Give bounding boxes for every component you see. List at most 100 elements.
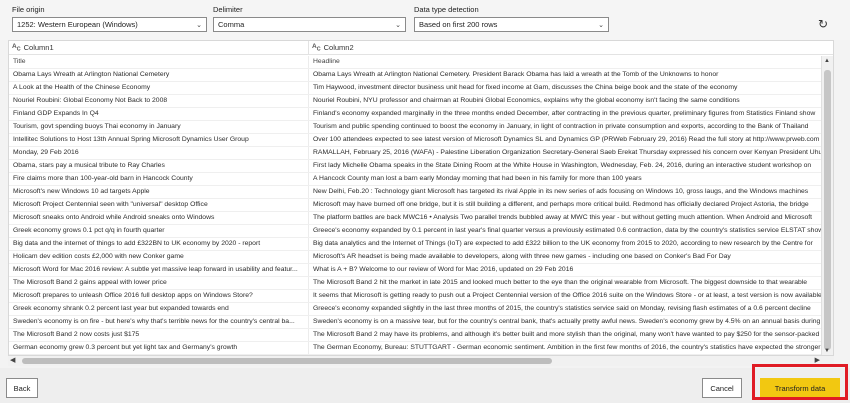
table-cell: The Microsoft Band 2 hit the market in l… (313, 279, 808, 286)
preview-table: AC Column1 AC Column2 Title Headline Obama… (8, 40, 834, 356)
table-row: Monday, 29 Feb 2016 RAMALLAH, February 25… (9, 147, 821, 160)
table-cell: Sweden's economy is on fire - but here's… (9, 316, 309, 328)
file-origin-label: File origin (12, 5, 45, 14)
type-detection-value: Based on first 200 rows (419, 20, 498, 29)
table-cell: Microsoft sneaks onto Android while Andr… (9, 212, 309, 224)
column-header-label: Column2 (323, 43, 354, 52)
table-cell: Title (9, 56, 309, 68)
type-detection-group: Data type detection Based on first 200 r… (414, 5, 609, 32)
column-header-row: AC Column1 AC Column2 (9, 41, 833, 55)
type-detection-label: Data type detection (414, 5, 479, 14)
table-row: The Microsoft Band 2 now costs just $175… (9, 329, 821, 342)
table-cell: Tim Haywood, investment director busines… (313, 84, 738, 91)
delimiter-select[interactable]: Comma ⌄ (213, 17, 406, 32)
refresh-icon[interactable]: ↻ (815, 16, 831, 32)
table-row: Sweden's economy is on fire - but here's… (9, 316, 821, 329)
column-header-2[interactable]: AC Column2 (309, 41, 833, 54)
table-cell: Over 100 attendees expected to see lates… (313, 136, 820, 143)
column-header-1[interactable]: AC Column1 (9, 41, 309, 54)
chevron-down-icon: ⌄ (196, 21, 202, 29)
delimiter-group: Delimiter Comma ⌄ (213, 5, 406, 32)
scroll-left-icon[interactable]: ◀ (10, 356, 15, 364)
table-cell: Greece's economy expanded by 0.1 percent… (313, 227, 821, 234)
table-row: A Look at the Health of the Chinese Econ… (9, 82, 821, 95)
table-row: Holicam dev edition costs £2,000 with ne… (9, 251, 821, 264)
scroll-up-icon[interactable]: ▲ (824, 58, 830, 64)
table-body: Title Headline Obama Lays Wreath at Arling… (9, 56, 821, 355)
table-cell: Microsoft's new Windows 10 ad targets Ap… (9, 186, 309, 198)
table-cell: Obama, stars pay a musical tribute to Ra… (9, 160, 309, 172)
table-cell: First lady Michelle Obama speaks in the … (313, 162, 812, 169)
table-row: Title Headline (9, 56, 821, 69)
table-cell: Holicam dev edition costs £2,000 with ne… (9, 251, 309, 263)
horizontal-scrollbar[interactable]: ◀ ▶ (8, 356, 834, 366)
scroll-right-icon[interactable]: ▶ (815, 356, 820, 364)
chevron-down-icon: ⌄ (598, 21, 604, 29)
transform-data-button[interactable]: Transform data (760, 378, 840, 398)
text-type-icon: AC (312, 42, 321, 53)
delimiter-value: Comma (218, 20, 245, 29)
file-origin-select[interactable]: 1252: Western European (Windows) ⌄ (12, 17, 207, 32)
table-cell: The platform battles are back MWC16 • An… (313, 214, 813, 221)
table-cell: Microsoft prepares to unleash Office 201… (9, 290, 309, 302)
table-row: Greek economy grows 0.1 pct q/q in fourt… (9, 225, 821, 238)
table-cell: Greece's economy expanded slightly in th… (313, 305, 811, 312)
dialog-footer: Back Cancel Transform data (0, 368, 850, 403)
back-button[interactable]: Back (6, 378, 38, 398)
table-cell: Big data and the internet of things to a… (9, 238, 309, 250)
table-cell: Finland's economy expanded marginally in… (313, 110, 816, 117)
table-cell: Obama Lays Wreath at Arlington National … (313, 71, 719, 78)
table-row: Microsoft Project Centennial seen with "… (9, 199, 821, 212)
table-cell: It seems that Microsoft is getting ready… (313, 292, 821, 299)
table-row: Microsoft sneaks onto Android while Andr… (9, 212, 821, 225)
table-cell: Monday, 29 Feb 2016 (9, 147, 309, 159)
table-row: Finland GDP Expands In Q4 Finland's econo… (9, 108, 821, 121)
column-header-label: Column1 (23, 43, 54, 52)
vertical-scrollbar[interactable]: ▲ ▼ (821, 56, 833, 355)
table-cell: What is A + B? Welcome to our review of … (313, 266, 574, 273)
table-cell: The Microsoft Band 2 now costs just $175 (9, 329, 309, 341)
table-cell: Tourism, govt spending buoys Thai econom… (9, 121, 309, 133)
table-cell: Microsoft may have burned off one bridge… (313, 201, 809, 208)
table-cell: Greek economy shrank 0.2 percent last ye… (9, 303, 309, 315)
table-cell: The Microsoft Band 2 gains appeal with l… (9, 277, 309, 289)
vertical-scroll-thumb[interactable] (824, 70, 831, 350)
table-cell: Headline (313, 58, 340, 65)
table-cell: A Look at the Health of the Chinese Econ… (9, 82, 309, 94)
table-cell: The German Economy, Bureau: STUTTGART - … (313, 344, 821, 351)
text-type-icon: AC (12, 42, 21, 53)
table-row: Microsoft prepares to unleash Office 201… (9, 290, 821, 303)
table-cell: Nouriel Roubini, NYU professor and chair… (313, 97, 740, 104)
table-row: Fire claims more than 100-year-old barn … (9, 173, 821, 186)
table-cell: Nouriel Roubini: Global Economy Not Back… (9, 95, 309, 107)
table-row: Tourism, govt spending buoys Thai econom… (9, 121, 821, 134)
table-cell: Obama Lays Wreath at Arlington National … (9, 69, 309, 81)
table-cell: Finland GDP Expands In Q4 (9, 108, 309, 120)
table-cell: Microsoft's AR headset is being made ava… (313, 253, 731, 260)
table-row: Big data and the internet of things to a… (9, 238, 821, 251)
options-bar: File origin 1252: Western European (Wind… (0, 0, 850, 40)
table-row: Greek economy shrank 0.2 percent last ye… (9, 303, 821, 316)
chevron-down-icon: ⌄ (395, 21, 401, 29)
table-cell: Microsoft Project Centennial seen with "… (9, 199, 309, 211)
file-origin-group: File origin 1252: Western European (Wind… (12, 5, 207, 32)
table-row: The Microsoft Band 2 gains appeal with l… (9, 277, 821, 290)
cancel-button[interactable]: Cancel (702, 378, 742, 398)
table-cell: Big data analytics and the Internet of T… (313, 240, 813, 247)
table-row: Obama Lays Wreath at Arlington National … (9, 69, 821, 82)
table-cell: Intellitec Solutions to Host 13th Annual… (9, 134, 309, 146)
table-cell: Sweden's economy is on a massive tear, b… (313, 318, 821, 325)
table-row: Microsoft's new Windows 10 ad targets Ap… (9, 186, 821, 199)
scroll-down-icon[interactable]: ▼ (824, 348, 830, 354)
table-row: Intellitec Solutions to Host 13th Annual… (9, 134, 821, 147)
type-detection-select[interactable]: Based on first 200 rows ⌄ (414, 17, 609, 32)
horizontal-scroll-thumb[interactable] (22, 358, 552, 364)
table-cell: New Delhi, Feb.20 : Technology giant Mic… (313, 188, 809, 195)
file-origin-value: 1252: Western European (Windows) (17, 20, 138, 29)
table-cell: Greek economy grows 0.1 pct q/q in fourt… (9, 225, 309, 237)
table-row: Microsoft Word for Mac 2016 review: A su… (9, 264, 821, 277)
table-row: Nouriel Roubini: Global Economy Not Back… (9, 95, 821, 108)
table-cell: Tourism and public spending continued to… (313, 123, 809, 130)
table-cell: The Microsoft Band 2 may have its proble… (313, 331, 820, 338)
table-row: Obama, stars pay a musical tribute to Ra… (9, 160, 821, 173)
